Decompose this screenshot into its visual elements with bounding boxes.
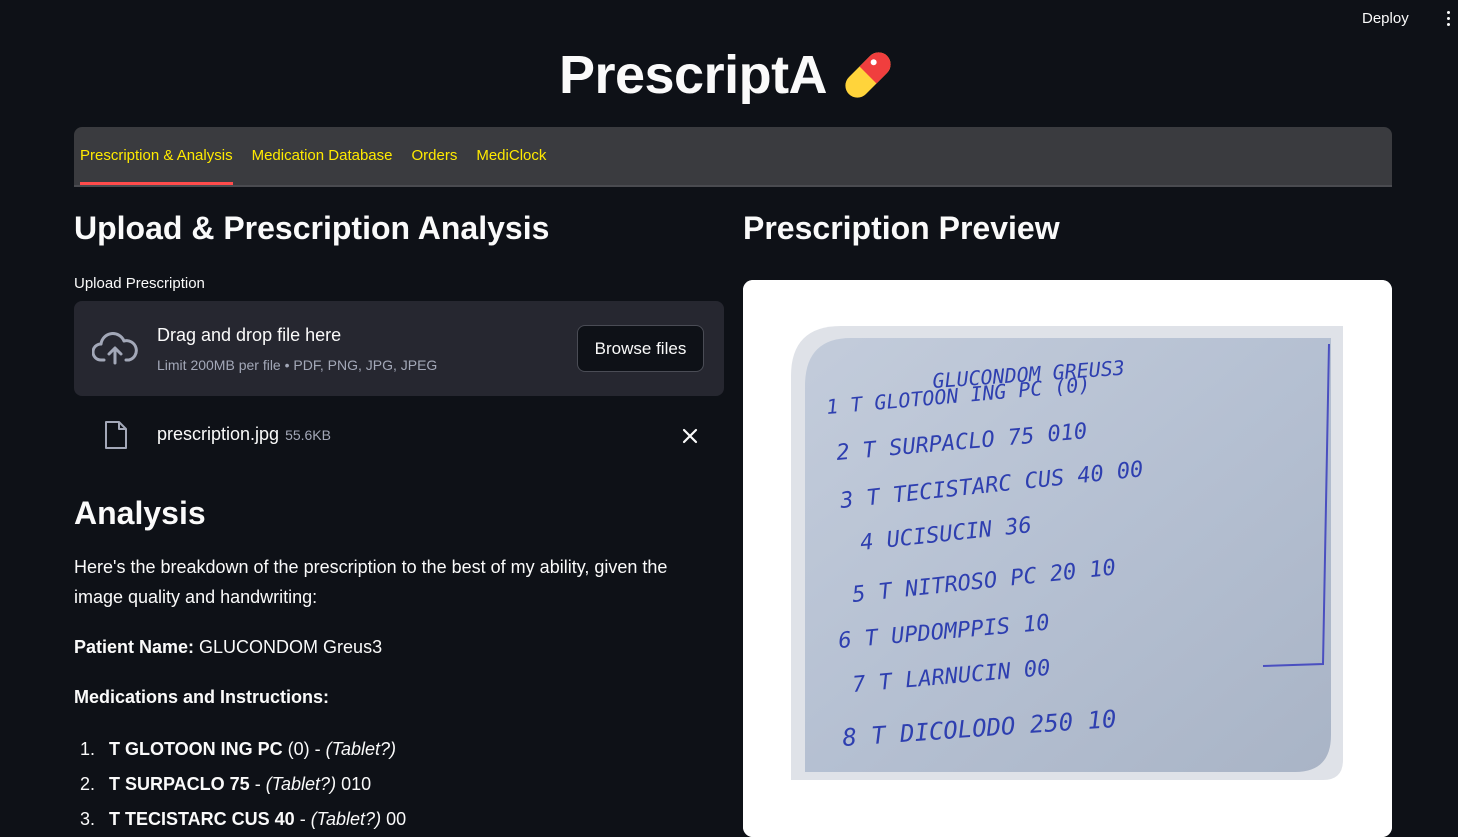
app-title: PrescriptA	[558, 45, 828, 105]
top-bar: Deploy	[0, 0, 1458, 36]
tab-medication-database[interactable]: Medication Database	[252, 127, 393, 185]
cloud-upload-icon	[92, 332, 138, 365]
analysis-intro: Here's the breakdown of the prescription…	[74, 557, 668, 607]
dropzone-title: Drag and drop file here	[157, 325, 342, 345]
kebab-menu-icon[interactable]	[1441, 8, 1455, 28]
left-column: Upload & Prescription Analysis Upload Pr…	[74, 210, 724, 837]
medication-item: 1. T GLOTOON ING PC (0) - (Tablet?)	[74, 732, 724, 767]
tab-mediclock[interactable]: MediClock	[476, 127, 546, 185]
tab-bar: Prescription & Analysis Medication Datab…	[74, 127, 1392, 187]
medication-tail: 010	[336, 774, 372, 794]
medication-name: T SURPACLO 75	[109, 774, 250, 794]
preview-heading: Prescription Preview	[743, 210, 1060, 246]
analysis-heading: Analysis	[74, 495, 206, 531]
medication-form: (Tablet?)	[265, 774, 337, 794]
medication-list: 1. T GLOTOON ING PC (0) - (Tablet?) 2. T…	[74, 732, 724, 837]
patient-name-label: Patient Name:	[74, 637, 195, 657]
title-area: PrescriptA	[0, 44, 1458, 106]
right-column: Prescription Preview GLUCONDOM GREUS3 1 T…	[743, 210, 1392, 837]
medication-item: 2. T SURPACLO 75 - (Tablet?) 010	[74, 767, 724, 802]
app-title-row: PrescriptA	[559, 44, 899, 106]
dropzone-limits: Limit 200MB per file • PDF, PNG, JPG, JP…	[157, 357, 438, 373]
upload-label: Upload Prescription	[74, 275, 205, 292]
medication-number: 2.	[80, 774, 96, 794]
medications-heading: Medications and Instructions:	[74, 687, 330, 707]
deploy-button[interactable]: Deploy	[1356, 8, 1415, 29]
tab-prescription-analysis[interactable]: Prescription & Analysis	[80, 127, 233, 185]
close-icon[interactable]	[680, 426, 700, 446]
file-size: 55.6KB	[285, 427, 331, 443]
prescription-preview: GLUCONDOM GREUS3 1 T GLOTOON ING PC (0) 2 …	[743, 280, 1392, 837]
medication-detail: -	[249, 774, 266, 794]
tab-orders[interactable]: Orders	[412, 127, 458, 185]
upload-heading: Upload & Prescription Analysis	[74, 210, 550, 246]
medication-number: 1.	[80, 739, 96, 759]
uploaded-file-row: prescription.jpg 55.6KB	[74, 396, 724, 474]
medication-detail: (0) -	[282, 739, 326, 759]
browse-files-button[interactable]: Browse files	[577, 325, 704, 372]
pill-icon	[845, 52, 891, 98]
file-name-text: prescription.jpg	[157, 424, 280, 444]
patient-name-value: GLUCONDOM Greus3	[194, 637, 383, 657]
medication-number: 3.	[80, 809, 96, 829]
file-icon	[105, 421, 127, 449]
patient-name: Patient Name: GLUCONDOM Greus3	[74, 632, 724, 662]
tab-bar-divider	[74, 185, 1392, 187]
prescription-image: GLUCONDOM GREUS31 T GLOTOON ING PC (0)2 …	[743, 280, 1392, 837]
medication-name: T TECISTARC CUS 40	[109, 809, 295, 829]
medication-form: (Tablet?)	[310, 809, 382, 829]
uploaded-file-name: prescription.jpg 55.6KB	[157, 424, 331, 445]
file-dropzone[interactable]: Drag and drop file here Limit 200MB per …	[74, 301, 724, 396]
medication-item: 3. T TECISTARC CUS 40 - (Tablet?) 00	[74, 802, 724, 837]
medication-tail: 00	[381, 809, 407, 829]
medication-detail: -	[294, 809, 311, 829]
medication-form: (Tablet?)	[325, 739, 397, 759]
medication-name: T GLOTOON ING PC	[109, 739, 283, 759]
